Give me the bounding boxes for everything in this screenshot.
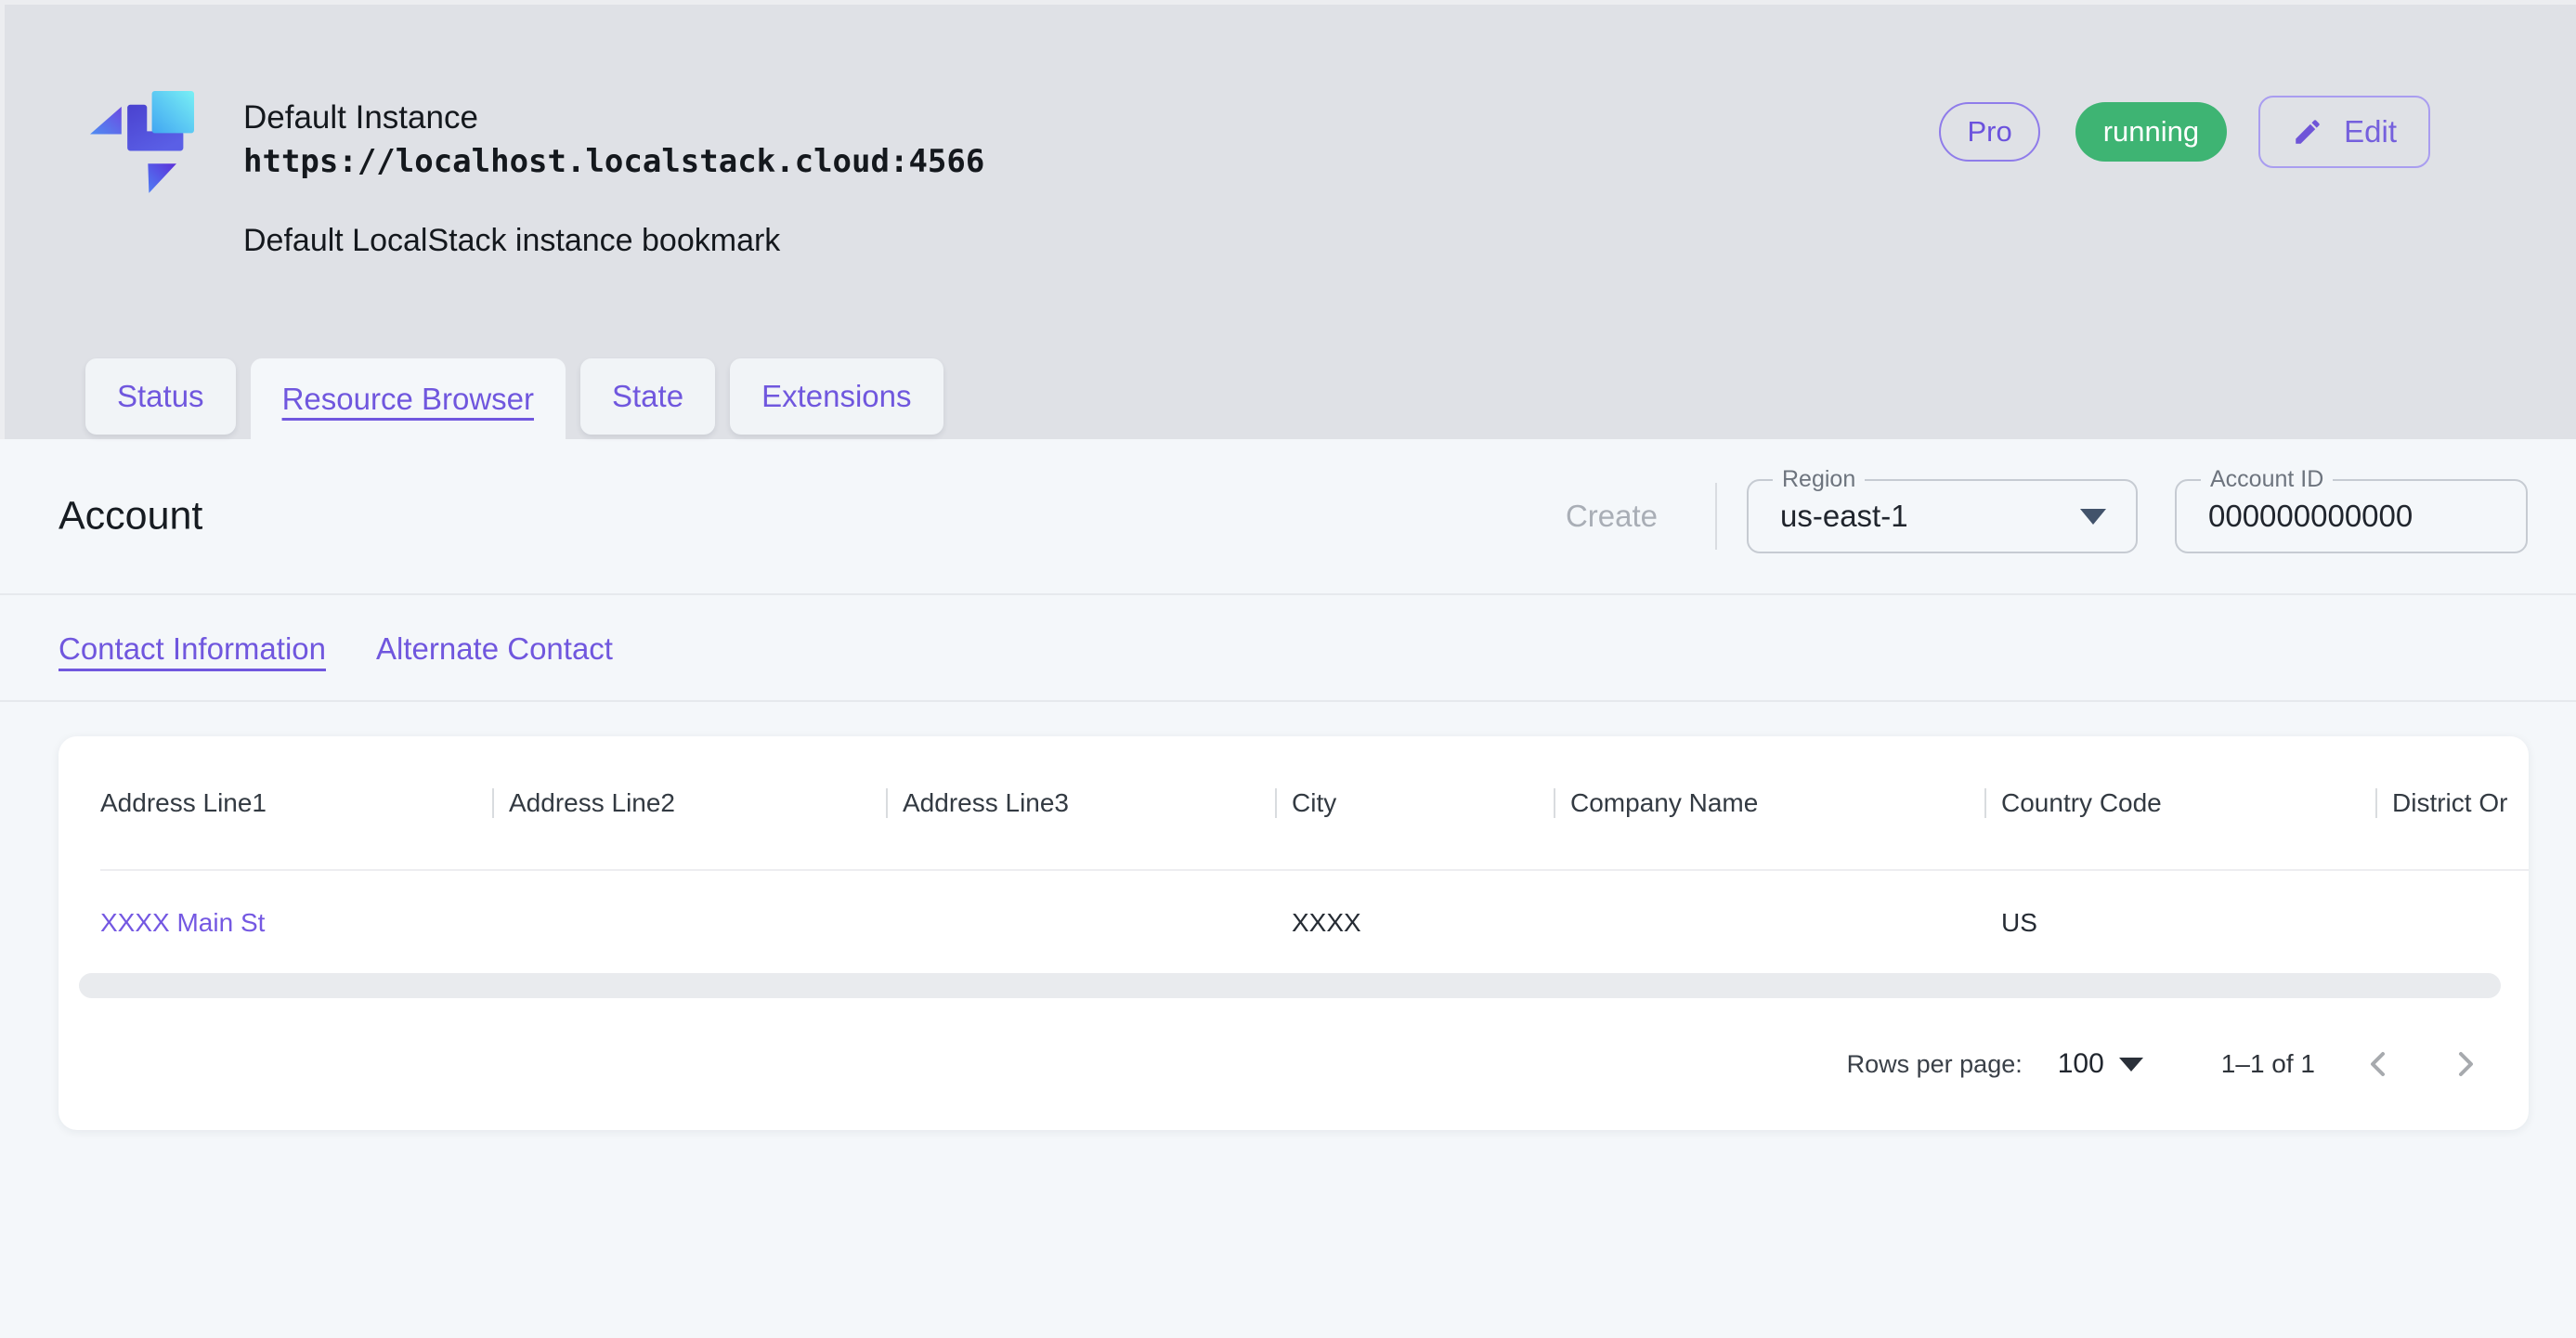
- column-header[interactable]: District Or: [2375, 788, 2529, 818]
- region-select-label: Region: [1773, 466, 1865, 493]
- pagination-range: 1–1 of 1: [2221, 1049, 2315, 1079]
- tab-state-label: State: [612, 379, 683, 414]
- subtab-alternate-contact[interactable]: Alternate Contact: [376, 631, 613, 667]
- pagination: Rows per page: 100 1–1 of 1: [1847, 998, 2487, 1130]
- rows-per-page-label: Rows per page:: [1847, 1050, 2023, 1079]
- cell-country-code: US: [1984, 908, 2375, 938]
- column-header[interactable]: Address Line3: [886, 788, 1275, 818]
- tab-resource-browser-label: Resource Browser: [282, 382, 534, 417]
- region-select-value: us-east-1: [1780, 499, 1908, 534]
- column-header[interactable]: Company Name: [1554, 788, 1984, 818]
- tab-status[interactable]: Status: [85, 358, 236, 435]
- dropdown-arrow-icon: [2080, 509, 2106, 525]
- tab-resource-browser[interactable]: Resource Browser: [251, 358, 566, 439]
- column-header[interactable]: City: [1275, 788, 1554, 818]
- resource-bar: Account Create Region us-east-1 Account …: [0, 439, 2576, 595]
- edit-button[interactable]: Edit: [2258, 96, 2430, 168]
- chevron-right-icon: [2446, 1046, 2483, 1083]
- column-header[interactable]: Country Code: [1984, 788, 2375, 818]
- page-title: Account: [59, 494, 202, 539]
- tab-state[interactable]: State: [580, 358, 715, 435]
- edit-button-label: Edit: [2344, 114, 2397, 149]
- cell-city: XXXX: [1275, 908, 1554, 938]
- instance-title: Default Instance: [243, 97, 984, 139]
- status-badge: running: [2075, 102, 2227, 162]
- account-subtabs: Contact Information Alternate Contact: [0, 597, 2576, 702]
- pencil-icon: [2292, 116, 2323, 148]
- instance-info: Default Instance https://localhost.local…: [243, 97, 984, 259]
- tab-extensions[interactable]: Extensions: [730, 358, 943, 435]
- tab-extensions-label: Extensions: [761, 379, 911, 414]
- chevron-left-icon: [2361, 1046, 2398, 1083]
- column-header[interactable]: Address Line2: [492, 788, 886, 818]
- instance-header: Default Instance https://localhost.local…: [0, 0, 2576, 439]
- horizontal-scrollbar[interactable]: [79, 973, 2501, 998]
- subtab-contact-information[interactable]: Contact Information: [59, 631, 326, 667]
- vertical-divider: [1715, 483, 1717, 550]
- column-header[interactable]: Address Line1: [100, 788, 492, 818]
- account-id-value: 000000000000: [2208, 499, 2413, 534]
- pro-badge: Pro: [1939, 102, 2039, 162]
- table-row[interactable]: XXXX Main St XXXX US: [100, 871, 2529, 975]
- instance-description: Default LocalStack instance bookmark: [243, 223, 984, 259]
- tab-status-label: Status: [117, 379, 204, 414]
- previous-page-button[interactable]: [2357, 1042, 2401, 1086]
- create-button[interactable]: Create: [1566, 499, 1658, 534]
- region-select[interactable]: Region us-east-1: [1747, 479, 2138, 553]
- rows-per-page-value: 100: [2058, 1048, 2104, 1080]
- instance-url: https://localhost.localstack.cloud:4566: [243, 139, 984, 184]
- next-page-button[interactable]: [2442, 1042, 2487, 1086]
- table-header-row: Address Line1 Address Line2 Address Line…: [100, 736, 2529, 871]
- contact-information-table-card: Address Line1 Address Line2 Address Line…: [59, 736, 2529, 1130]
- localstack-logo: [90, 88, 194, 198]
- main-tabs: Status Resource Browser State Extensions: [85, 358, 943, 439]
- dropdown-caret-icon: [2119, 1058, 2143, 1072]
- rows-per-page-select[interactable]: 100: [2058, 1048, 2143, 1080]
- resource-controls: Create Region us-east-1 Account ID 00000…: [1566, 479, 2528, 553]
- cell-address-line1-link[interactable]: XXXX Main St: [100, 908, 492, 938]
- header-actions: Pro running Edit: [1939, 96, 2430, 168]
- account-id-field[interactable]: Account ID 000000000000: [2175, 479, 2528, 553]
- account-id-label: Account ID: [2201, 466, 2333, 493]
